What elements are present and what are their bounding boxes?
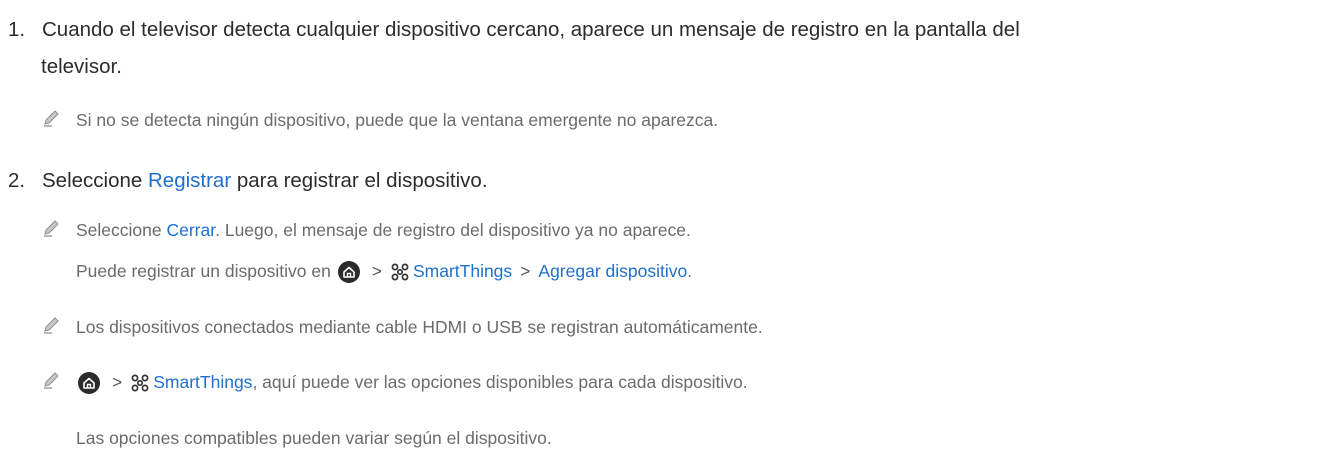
pencil-icon	[42, 108, 76, 135]
registrar-link: Registrar	[147, 169, 232, 192]
step-number: 1.	[8, 18, 26, 41]
note-options: > SmartThings, aquí puede ver las opcione…	[42, 369, 748, 397]
note-text-after: , aquí puede ver las opciones disponible…	[252, 372, 748, 392]
step-number: 2.	[8, 169, 26, 192]
step-1-continued: televisor.	[41, 55, 122, 78]
step-1: 1. Cuando el televisor detecta cualquier …	[8, 13, 1020, 46]
note-text: Si no se detecta ningún dispositivo, pue…	[76, 110, 719, 130]
smartthings-icon	[130, 373, 150, 393]
chevron-right-icon: >	[520, 261, 531, 281]
step-text: Cuando el televisor detecta cualquier di…	[42, 18, 1020, 41]
note-text: Los dispositivos conectados mediante cab…	[76, 317, 763, 337]
note-text-before: Seleccione	[76, 220, 167, 240]
note-no-device: Si no se detecta ningún dispositivo, pue…	[42, 107, 718, 135]
chevron-right-icon: >	[112, 372, 123, 392]
agregar-dispositivo-link: Agregar dispositivo	[538, 261, 688, 281]
pencil-icon	[42, 218, 76, 245]
path-text-after: .	[687, 261, 693, 281]
step-text-before: Seleccione	[42, 169, 148, 192]
home-icon	[78, 372, 100, 395]
note-cerrar: Seleccione Cerrar. Luego, el mensaje de …	[42, 217, 691, 245]
chevron-right-icon: >	[371, 261, 382, 281]
pencil-icon	[42, 370, 76, 397]
cerrar-link: Cerrar	[166, 220, 216, 240]
step-text-after: para registrar el dispositivo.	[231, 169, 488, 192]
step-2: 2. Seleccione Registrar para registrar el…	[8, 164, 488, 197]
path-text-before: Puede registrar un dispositivo en	[76, 261, 336, 281]
smartthings-icon	[390, 262, 410, 282]
smartthings-link: SmartThings	[412, 261, 513, 281]
smartthings-link: SmartThings	[153, 372, 253, 392]
note-compatible: Las opciones compatibles pueden variar s…	[76, 428, 552, 448]
note-path-line: Puede registrar un dispositivo en > Smart…	[76, 258, 692, 284]
pencil-icon	[42, 315, 76, 342]
note-text-after: . Luego, el mensaje de registro del disp…	[215, 220, 691, 240]
home-icon	[337, 261, 360, 284]
note-hdmi: Los dispositivos conectados mediante cab…	[42, 314, 763, 342]
